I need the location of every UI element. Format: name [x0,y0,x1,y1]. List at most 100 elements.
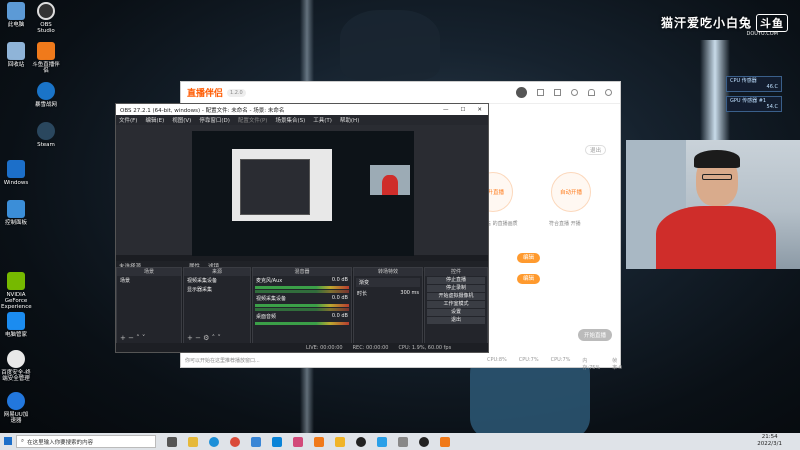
douyu-logo: 斗鱼 [756,14,788,32]
maximize-icon[interactable]: ☐ [460,107,465,113]
desktop-icon-nvidia[interactable]: NVIDIA GeForce Experience [1,272,32,310]
desktop-icon-pc-manager[interactable]: 电脑管家 [1,312,31,338]
taskbar-search[interactable]: ⌕ 在这里输入你要搜索的内容 [16,435,156,448]
share-icon[interactable] [571,89,578,96]
settings-button[interactable]: 设置 [427,309,485,316]
menu-file[interactable]: 文件(F) [119,116,137,124]
baidu-security-icon [7,350,25,368]
window-controls: — ☐ ✕ [443,107,488,113]
stop-streaming-button[interactable]: 停止直播 [427,277,485,284]
virtual-camera-button[interactable]: 开始虚拟摄像机 [427,293,485,300]
wallpaper-figure-head [340,10,440,80]
edit-button-2[interactable]: 编辑 [517,274,541,284]
mixer-channel-video[interactable]: 视频采集设备 0.0 dB [253,294,351,311]
start-icon[interactable] [4,437,12,445]
gift-icon[interactable] [537,89,544,96]
menu-help[interactable]: 帮助(H) [340,116,359,124]
nvidia-icon [7,272,25,290]
desktop-icon-battlenet[interactable]: 暴雪战网 [31,82,61,108]
desktop-level-meter [255,322,349,325]
source-item-video[interactable]: 视频采集设备 [184,276,250,285]
scene-item[interactable]: 场景 [117,276,181,285]
edit-button-1[interactable]: 编辑 [517,253,541,263]
nested-webcam-person [382,175,398,195]
exit-obs-button[interactable]: 退出 [427,317,485,324]
obs-preview-area[interactable] [116,125,488,256]
desktop-icon-obs[interactable]: OBS Studio [31,2,61,34]
obs-title: OBS 27.2.1 (64-bit, windows) - 配置文件: 未命名… [120,107,285,114]
desktop-icon-windows[interactable]: Windows [1,160,31,186]
desktop-icon-douyu[interactable]: 斗鱼直播伴侣 [31,42,61,74]
taskbar-app-qq[interactable] [356,436,366,447]
transition-duration[interactable]: 时长 300 ms [354,289,422,298]
feature-card-auto[interactable]: 自动开播 [551,172,591,212]
uu-accelerator-icon [7,392,25,410]
taskbar-app-media[interactable] [293,436,303,447]
taskbar-app-explorer[interactable] [188,436,198,447]
desktop-icon-baidu-security[interactable]: 百度安全-终端安全管理 [1,350,31,382]
bag-icon[interactable] [554,89,561,96]
controls-dock-title: 控件 [425,268,487,276]
mic-level-meter [255,286,349,289]
companion-logo: 直播伴侣 [187,89,224,99]
nested-obs-thumb [240,159,310,215]
taskbar-clock[interactable]: 21:54 2022/3/1 [757,434,782,448]
taskbar-app-store[interactable] [272,436,282,447]
steam-icon [37,122,55,140]
desktop-icon-control-panel[interactable]: 控制面板 [1,200,31,226]
minimize-icon[interactable]: — [443,107,449,113]
webcam-person-hair [694,150,740,168]
taskbar-app-chrome[interactable] [230,436,240,447]
desktop-icon-uu[interactable]: 网易UU加速器 [1,392,31,424]
avatar[interactable] [516,87,527,98]
transition-select[interactable]: 渐变 [356,278,420,287]
menu-docks[interactable]: 停靠窗口(D) [199,116,230,124]
obs-window[interactable]: OBS 27.2.1 (64-bit, windows) - 配置文件: 未命名… [115,103,489,353]
start-live-button[interactable]: 开始直播 [578,329,613,341]
companion-stats: CPU:8% CPU:7% CPU:7% 内存:75% 帧率:0 [487,357,623,371]
windows-icon [7,160,25,178]
source-item-display[interactable]: 显示器采集 [184,285,250,294]
scenes-dock-title: 场景 [117,268,181,276]
menu-profile[interactable]: 配置文件(P) [238,116,268,124]
taskbar-app-douyu[interactable] [314,436,324,447]
video-volume-slider[interactable] [255,308,349,311]
menu-edit[interactable]: 编辑(E) [145,116,164,124]
video-level-meter [255,304,349,307]
taskbar-app-taskview[interactable] [167,436,177,447]
menu-tools[interactable]: 工具(T) [313,116,332,124]
taskbar-app-chat[interactable] [377,436,387,447]
obs-preview-canvas[interactable] [192,131,414,256]
search-icon: ⌕ [21,438,25,444]
mixer-channel-mic[interactable]: 麦克风/Aux 0.0 dB [253,276,351,293]
studio-mode-button[interactable]: 工作室模式 [427,301,485,308]
taskbar-app-edge[interactable] [209,436,219,447]
taskbar-app-search[interactable] [251,436,261,447]
obs-statusbar: LIVE: 00:00:00 REC: 00:00:00 CPU: 1.9%, … [116,343,488,352]
stop-recording-button[interactable]: 停止录制 [427,285,485,292]
bell-icon[interactable] [588,89,595,96]
taskbar-app-dev[interactable] [398,436,408,447]
exit-button[interactable]: 退出 [585,145,607,155]
obs-titlebar: OBS 27.2.1 (64-bit, windows) - 配置文件: 未命名… [116,104,488,115]
recycle-bin-icon [7,42,25,60]
mixer-dock-title: 混音器 [253,268,351,276]
settings-icon[interactable] [605,89,612,96]
transitions-dock-title: 转场特效 [354,268,422,276]
desktop-icon-steam[interactable]: Steam [31,122,61,148]
desktop-icon-recycle[interactable]: 回收站 [1,42,31,68]
desktop-icon-this-pc[interactable]: 此电脑 [1,2,31,28]
gpu-sensor-widget: GPU 传感器 #1 54.C [726,96,782,112]
mixer-channel-desktop[interactable]: 桌面音频 0.0 dB [253,312,351,325]
close-icon[interactable]: ✕ [477,107,482,113]
menu-view[interactable]: 视图(V) [172,116,191,124]
obs-menubar: 文件(F) 编辑(E) 视图(V) 停靠窗口(D) 配置文件(P) 场景集合(S… [116,115,488,125]
mic-volume-slider[interactable] [255,290,349,293]
taskbar-app-obs[interactable] [419,436,429,447]
menu-scene-collection[interactable]: 场景集合(S) [275,116,305,124]
controls-dock: 控件 停止直播 停止录制 开始虚拟摄像机 工作室模式 设置 退出 [424,267,488,345]
sources-dock-title: 来源 [184,268,250,276]
taskbar-app-game[interactable] [335,436,345,447]
cpu-fps: CPU: 1.9%, 60.00 fps [398,344,452,351]
taskbar-app-companion[interactable] [440,436,450,447]
